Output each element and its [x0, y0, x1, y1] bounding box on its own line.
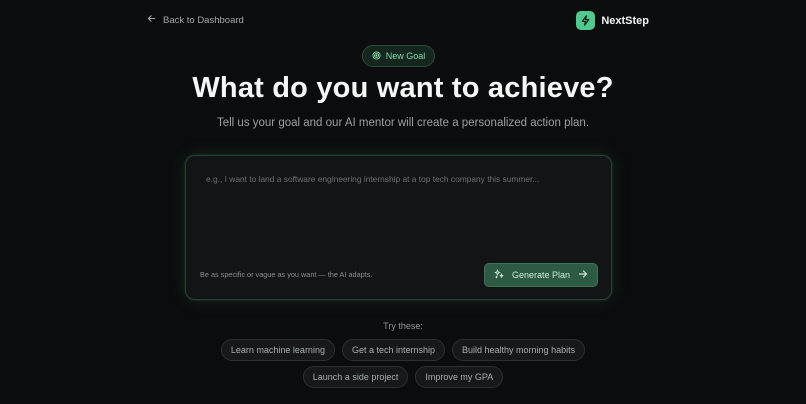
- suggestion-chip-morning-habits[interactable]: Build healthy morning habits: [452, 339, 586, 361]
- new-goal-page: Back to Dashboard NextStep New Goal What…: [0, 0, 806, 404]
- lightning-icon: [576, 11, 596, 30]
- page-subtitle: Tell us your goal and our AI mentor will…: [216, 117, 590, 129]
- suggestion-chip-improve-gpa[interactable]: Improve my GPA: [415, 366, 504, 388]
- back-link-label: Back to Dashboard: [163, 14, 244, 26]
- sparkles-icon: [494, 269, 504, 281]
- suggestions-label: Try these:: [383, 321, 423, 331]
- page-title: What do you want to achieve?: [192, 72, 614, 104]
- goal-input-card: Be as specific or vague as you want — th…: [185, 155, 612, 300]
- generate-plan-label: Generate Plan: [511, 270, 571, 280]
- goal-textarea[interactable]: [206, 174, 596, 254]
- suggestion-chip-learn-machine-learning[interactable]: Learn machine learning: [220, 339, 335, 361]
- arrow-left-icon: [147, 14, 156, 26]
- generate-plan-button[interactable]: Generate Plan: [484, 263, 598, 287]
- badge-label: New Goal: [385, 51, 426, 61]
- new-goal-badge: New Goal: [362, 45, 435, 67]
- suggestion-chip-side-project[interactable]: Launch a side project: [302, 366, 409, 388]
- input-hint: Be as specific or vague as you want — th…: [200, 270, 373, 279]
- target-icon: [372, 50, 381, 62]
- back-to-dashboard-link[interactable]: Back to Dashboard: [147, 14, 244, 26]
- suggestion-row: Launch a side project Improve my GPA: [0, 366, 806, 388]
- brand-name: NextStep: [601, 14, 649, 27]
- suggestion-chip-tech-internship[interactable]: Get a tech internship: [341, 339, 446, 361]
- brand: NextStep: [576, 11, 649, 30]
- arrow-right-icon: [578, 269, 588, 281]
- suggestion-row: Learn machine learning Get a tech intern…: [0, 339, 806, 361]
